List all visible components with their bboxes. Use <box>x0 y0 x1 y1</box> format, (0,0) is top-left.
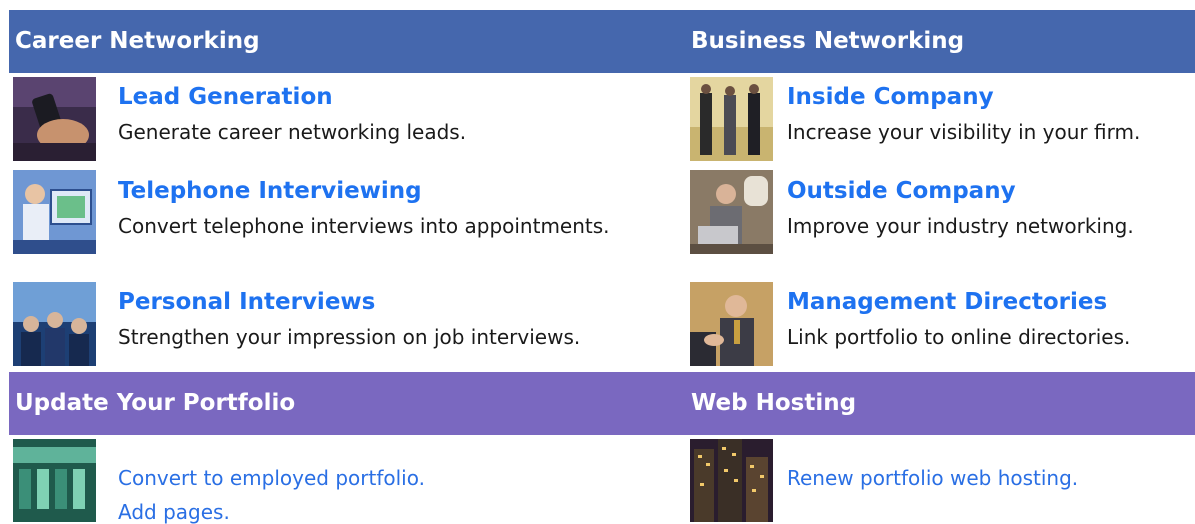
header-bar-networking: Career Networking Business Networking <box>9 10 1195 73</box>
renew-hosting-link[interactable]: Renew portfolio web hosting. <box>787 466 1078 490</box>
telephone-photo-thumbnail[interactable] <box>13 170 96 254</box>
outside-company-description: Improve your industry networking. <box>787 214 1134 238</box>
telephone-interviewing-link[interactable]: Telephone Interviewing <box>118 178 422 204</box>
outside-company-link[interactable]: Outside Company <box>787 178 1016 204</box>
keyboard-photo-thumbnail[interactable] <box>13 439 96 522</box>
telephone-interviewing-description: Convert telephone interviews into appoin… <box>118 214 610 238</box>
add-pages-link[interactable]: Add pages. <box>118 500 230 524</box>
personal-interviews-link[interactable]: Personal Interviews <box>118 289 375 315</box>
phone-photo-thumbnail[interactable] <box>13 77 96 161</box>
convert-portfolio-link[interactable]: Convert to employed portfolio. <box>118 466 425 490</box>
header-bar-portfolio: Update Your Portfolio Web Hosting <box>9 372 1195 435</box>
business-networking-heading: Business Networking <box>691 28 965 54</box>
lead-generation-link[interactable]: Lead Generation <box>118 84 333 110</box>
traveler-photo-thumbnail[interactable] <box>690 170 773 254</box>
update-portfolio-heading: Update Your Portfolio <box>15 390 296 416</box>
career-networking-heading: Career Networking <box>15 28 260 54</box>
lead-generation-description: Generate career networking leads. <box>118 120 467 144</box>
personal-interviews-description: Strengthen your impression on job interv… <box>118 325 581 349</box>
management-directories-description: Link portfolio to online directories. <box>787 325 1131 349</box>
web-hosting-heading: Web Hosting <box>691 390 857 416</box>
handshake-photo-thumbnail[interactable] <box>690 282 773 366</box>
inside-company-description: Increase your visibility in your firm. <box>787 120 1141 144</box>
management-directories-link[interactable]: Management Directories <box>787 289 1107 315</box>
office-photo-thumbnail[interactable] <box>690 77 773 161</box>
interview-photo-thumbnail[interactable] <box>13 282 96 366</box>
inside-company-link[interactable]: Inside Company <box>787 84 994 110</box>
city-skyline-thumbnail[interactable] <box>690 439 773 522</box>
